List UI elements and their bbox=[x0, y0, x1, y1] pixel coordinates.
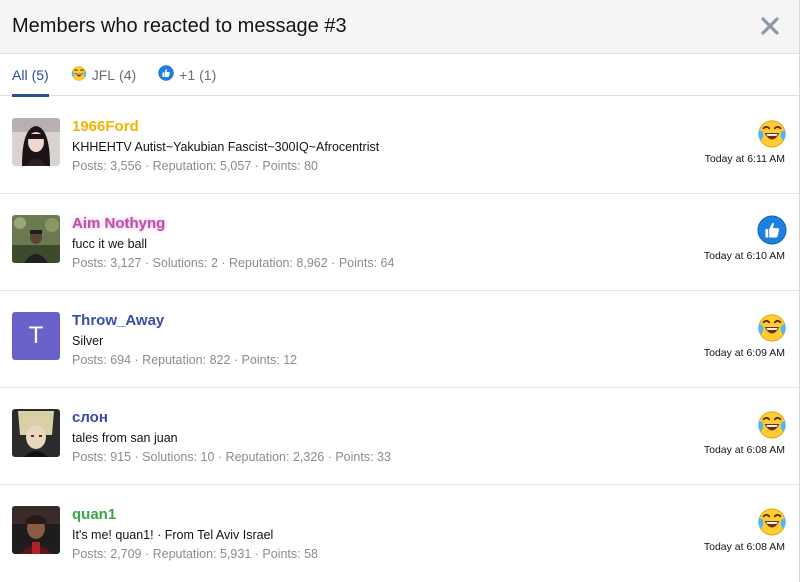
laughing-crying-emoji-icon bbox=[71, 65, 87, 84]
list-item: слон tales from san juan Posts: 915 · So… bbox=[0, 388, 799, 485]
laughing-crying-emoji-icon bbox=[757, 312, 787, 342]
tab-all-count: (5) bbox=[31, 66, 49, 83]
avatar-letter: T bbox=[28, 322, 44, 349]
user-stats: Posts: 915 · Solutions: 10 · Reputation:… bbox=[72, 450, 391, 464]
thumbs-up-icon bbox=[757, 215, 787, 245]
username[interactable]: quan1 bbox=[72, 506, 318, 523]
tab-jfl-count: (4) bbox=[119, 66, 137, 83]
avatar[interactable] bbox=[12, 215, 60, 263]
tab-plus-one[interactable]: +1 (1) bbox=[158, 54, 216, 96]
tab-all-label: All bbox=[12, 66, 28, 83]
close-icon[interactable] bbox=[759, 15, 781, 37]
reaction-time[interactable]: Today at 6:11 AM bbox=[705, 153, 785, 165]
user-title: fucc it we ball bbox=[72, 237, 148, 251]
member-list: 1966Ford KHHEHTV Autist~Yakubian Fascist… bbox=[0, 97, 799, 582]
user-title: Silver bbox=[72, 334, 104, 348]
tab-jfl[interactable]: JFL (4) bbox=[71, 54, 136, 96]
tab-plus-one-count: (1) bbox=[199, 66, 217, 83]
username[interactable]: слон bbox=[72, 409, 391, 426]
username[interactable]: 1966Ford bbox=[72, 118, 379, 135]
laughing-crying-emoji-icon bbox=[757, 409, 787, 439]
username[interactable]: Throw_Away bbox=[72, 312, 297, 329]
laughing-crying-emoji-icon bbox=[757, 506, 787, 536]
list-item: Aim Nothyng fucc it we ball Posts: 3,127… bbox=[0, 194, 799, 291]
avatar[interactable] bbox=[12, 409, 60, 457]
avatar[interactable] bbox=[12, 118, 60, 166]
dialog-title: Members who reacted to message #3 bbox=[12, 15, 347, 37]
user-stats: Posts: 3,556 · Reputation: 5,057 · Point… bbox=[72, 159, 318, 173]
username[interactable]: Aim Nothyng bbox=[72, 215, 394, 232]
reaction-time[interactable]: Today at 6:08 AM bbox=[704, 541, 785, 553]
user-title: It's me! quan1! · From Tel Aviv Israel bbox=[72, 528, 274, 542]
dialog-header: Members who reacted to message #3 bbox=[0, 0, 799, 54]
reaction-time[interactable]: Today at 6:10 AM bbox=[704, 250, 785, 262]
list-item: quan1 It's me! quan1! · From Tel Aviv Is… bbox=[0, 485, 799, 582]
reactions-dialog: Members who reacted to message #3 All (5… bbox=[0, 0, 800, 582]
user-stats: Posts: 694 · Reputation: 822 · Points: 1… bbox=[72, 353, 298, 367]
tab-plus-one-label: +1 bbox=[179, 66, 196, 83]
tab-jfl-label: JFL bbox=[91, 66, 116, 83]
reaction-time[interactable]: Today at 6:08 AM bbox=[704, 444, 785, 456]
user-title: KHHEHTV Autist~Yakubian Fascist~300IQ~Af… bbox=[72, 140, 380, 154]
reaction-tabs: All (5) JFL (4) +1 (1) bbox=[0, 54, 799, 97]
tab-all[interactable]: All (5) bbox=[12, 54, 49, 97]
thumbs-up-icon bbox=[158, 65, 174, 84]
user-stats: Posts: 3,127 · Solutions: 2 · Reputation… bbox=[72, 256, 395, 270]
list-item: T Throw_Away Silver Posts: 694 · Reputat… bbox=[0, 291, 799, 388]
list-item: 1966Ford KHHEHTV Autist~Yakubian Fascist… bbox=[0, 97, 799, 194]
laughing-crying-emoji-icon bbox=[757, 118, 787, 148]
reaction-time[interactable]: Today at 6:09 AM bbox=[704, 347, 785, 359]
avatar[interactable] bbox=[12, 506, 60, 554]
avatar[interactable]: T bbox=[12, 312, 60, 360]
user-stats: Posts: 2,709 · Reputation: 5,931 · Point… bbox=[72, 547, 318, 561]
user-title: tales from san juan bbox=[72, 431, 178, 445]
